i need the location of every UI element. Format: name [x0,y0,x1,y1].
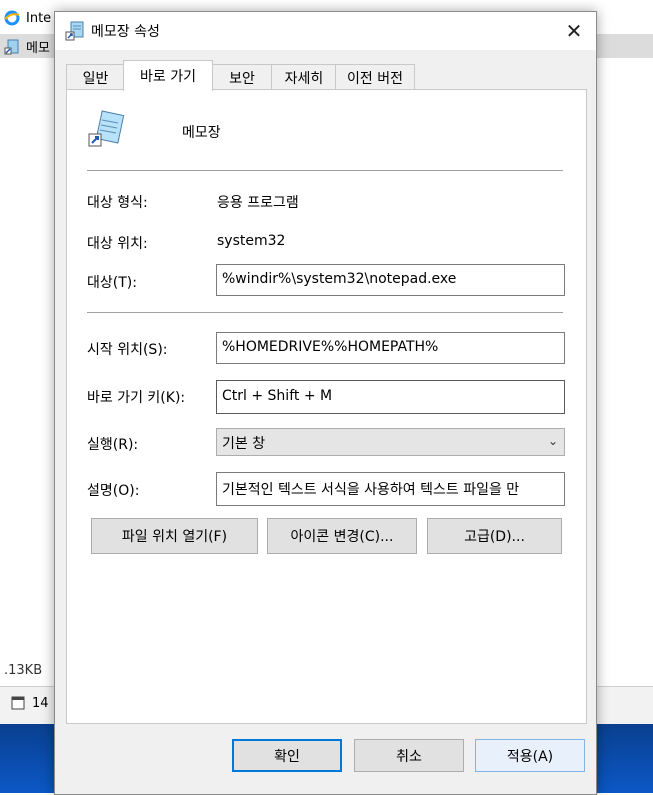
tab-shortcut[interactable]: 바로 가기 [123,60,213,91]
shortcut-key-input[interactable]: Ctrl + Shift + M [216,380,565,414]
divider [87,170,563,171]
properties-dialog: 메모장 속성 ✕ 일반 바로 가기 보안 자세히 이전 버전 메모장 대상 형식… [54,11,597,795]
close-icon: ✕ [565,19,583,43]
apply-button[interactable]: 적용(A) [475,739,585,772]
divider [87,312,563,313]
start-in-label: 시작 위치(S): [87,342,168,358]
app-name: 메모장 [182,125,221,141]
tab-label: 일반 [82,70,109,87]
tab-label: 이전 버전 [347,70,403,87]
target-location-label: 대상 위치: [87,236,148,252]
tab-label: 자세히 [284,70,324,87]
comment-label: 설명(O): [87,483,140,499]
notepad-icon [4,39,19,54]
target-label: 대상(T): [87,275,137,291]
file-item-notepad[interactable]: 메모 [4,37,50,56]
tab-details[interactable]: 자세히 [271,64,337,90]
close-button[interactable]: ✕ [552,12,596,50]
advanced-button[interactable]: 고급(D)... [427,518,562,554]
ok-button[interactable]: 확인 [232,739,342,772]
ie-icon [4,10,20,26]
notepad-shortcut-icon [65,21,84,41]
dialog-title: 메모장 속성 [91,24,160,40]
start-in-input[interactable]: %HOMEDRIVE%%HOMEPATH% [216,332,565,364]
tab-general[interactable]: 일반 [66,64,125,90]
target-type-value: 응용 프로그램 [217,195,299,211]
target-type-label: 대상 형식: [87,195,148,211]
shortcut-key-label: 바로 가기 키(K): [87,390,186,406]
file-item-label: Inte [26,10,52,26]
run-select[interactable]: 기본 창 ⌄ [216,428,565,456]
open-file-location-button[interactable]: 파일 위치 열기(F) [91,518,258,554]
tab-security[interactable]: 보안 [211,64,273,90]
tab-label: 보안 [229,70,255,87]
window-icon [11,696,25,710]
title-bar[interactable]: 메모장 속성 ✕ [55,12,596,50]
chevron-down-icon: ⌄ [547,434,558,448]
comment-input[interactable]: 기본적인 텍스트 서식을 사용하여 텍스트 파일을 만 [216,472,565,506]
change-icon-button[interactable]: 아이콘 변경(C)... [267,518,417,554]
target-input[interactable]: %windir%\system32\notepad.exe [216,264,565,296]
status-text: 14 [32,695,49,711]
cancel-button[interactable]: 취소 [354,739,464,772]
status-item: 14 [10,695,49,711]
tab-previous-versions[interactable]: 이전 버전 [335,64,415,90]
target-location-value: system32 [217,233,286,249]
shortcut-tab-panel: 메모장 대상 형식: 응용 프로그램 대상 위치: system32 대상(T)… [66,89,587,724]
tab-label: 바로 가기 [140,69,196,85]
file-item-ie[interactable]: Inte [4,10,51,26]
file-item-label: 메모 [26,41,50,56]
notepad-large-icon [88,110,125,147]
run-select-value: 기본 창 [222,436,266,452]
run-label: 실행(R): [87,437,139,453]
file-size-text: .13KB [4,663,43,678]
